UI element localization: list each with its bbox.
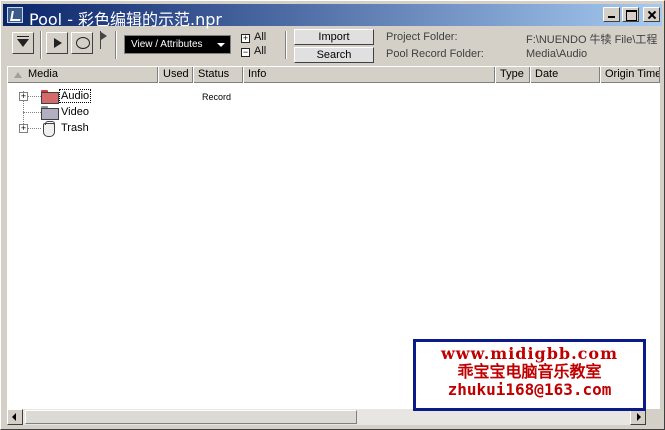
maximize-button[interactable] <box>622 7 639 22</box>
column-used[interactable]: Used <box>158 67 193 83</box>
loop-icon[interactable] <box>71 32 93 54</box>
title-bar[interactable]: Pool - 彩色编辑的示范.npr <box>3 4 662 29</box>
watermark-overlay: www.midigbb.com 乖宝宝电脑音乐教室 zhukui168@163.… <box>413 339 646 411</box>
pool-toolbar: View / Attributes + All − All Import Sea… <box>3 27 662 65</box>
column-media-label: Media <box>28 68 58 80</box>
toolbar-divider <box>115 31 117 59</box>
column-origin-time[interactable]: Origin Time <box>600 67 660 83</box>
pool-window: Pool - 彩色编辑的示范.npr View / Attributes + A… <box>0 0 665 430</box>
project-folder-label: Project Folder: <box>386 31 458 43</box>
minimize-button[interactable] <box>603 7 620 22</box>
collapse-all-label[interactable]: All <box>254 45 266 57</box>
trash-icon <box>43 121 55 137</box>
column-date[interactable]: Date <box>530 67 600 83</box>
audio-folder-icon <box>41 90 59 104</box>
column-info[interactable]: Info <box>243 67 495 83</box>
expand-all-icon[interactable]: + <box>241 34 250 43</box>
status-value: Record <box>202 92 232 102</box>
expand-icon[interactable]: + <box>19 124 28 133</box>
filter-icon[interactable] <box>12 32 34 54</box>
watermark-name: 乖宝宝电脑音乐教室 <box>457 362 602 381</box>
watermark-url: www.midigbb.com <box>440 344 619 363</box>
list-item-label[interactable]: Trash <box>61 122 89 134</box>
column-header: Media Used Status Info Type Date Origin … <box>7 66 660 83</box>
import-button[interactable]: Import <box>294 29 374 45</box>
pool-record-folder-label: Pool Record Folder: <box>386 48 484 60</box>
chevron-down-icon <box>217 43 225 47</box>
toolbar-divider <box>40 31 42 59</box>
watermark-email: zhukui168@163.com <box>447 380 612 399</box>
view-attributes-label: View / Attributes <box>131 39 203 50</box>
project-folder-value: F:\NUENDO 牛犊 File\工程 <box>526 34 658 46</box>
toolbar-divider <box>285 31 287 59</box>
collapse-all-icon[interactable]: − <box>241 48 250 57</box>
app-icon[interactable] <box>7 7 23 23</box>
list-item[interactable]: + Trash <box>7 120 660 137</box>
pool-record-folder-value: Media\Audio <box>526 48 588 60</box>
expand-all-label[interactable]: All <box>254 31 266 43</box>
search-button[interactable]: Search <box>294 47 374 63</box>
scrollbar-thumb[interactable] <box>25 410 357 424</box>
scroll-left-arrow-icon[interactable] <box>7 409 23 425</box>
sort-ascending-icon <box>14 72 22 78</box>
view-attributes-select[interactable]: View / Attributes <box>124 35 231 54</box>
list-item[interactable]: + Audio Record <box>7 88 660 104</box>
list-item-label[interactable]: Video <box>61 106 89 118</box>
list-item[interactable]: Video <box>7 104 660 120</box>
scroll-right-arrow-icon[interactable] <box>630 409 646 425</box>
resize-grip[interactable] <box>646 409 662 425</box>
play-icon[interactable] <box>46 32 68 54</box>
column-media[interactable]: Media <box>7 67 158 83</box>
close-button[interactable] <box>643 7 660 22</box>
column-status[interactable]: Status <box>193 67 243 83</box>
flag-icon[interactable] <box>98 31 108 49</box>
column-type[interactable]: Type <box>495 67 530 83</box>
video-folder-icon <box>41 106 59 120</box>
horizontal-scrollbar[interactable] <box>7 409 646 425</box>
list-item-label[interactable]: Audio <box>59 89 92 103</box>
expand-icon[interactable]: + <box>19 92 28 101</box>
